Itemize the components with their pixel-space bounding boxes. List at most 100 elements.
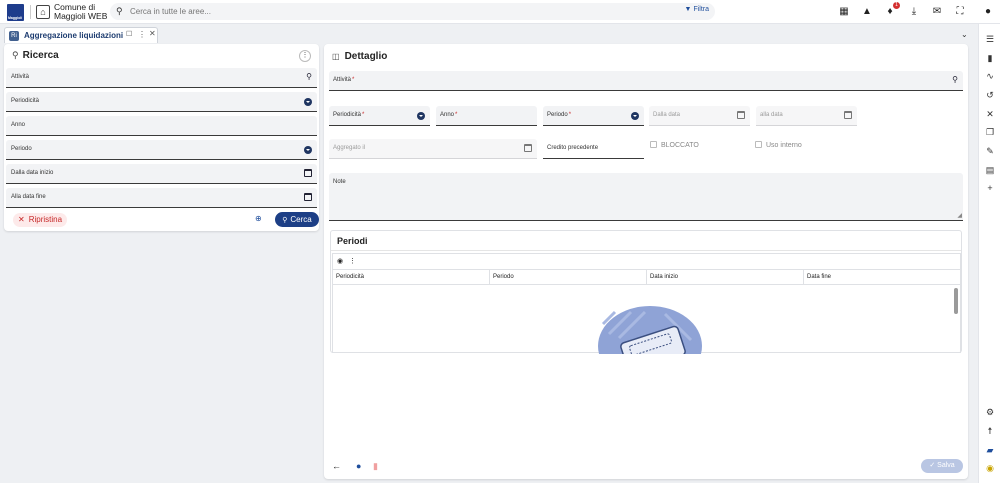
- uso-interno-checkbox[interactable]: Uso interno: [755, 141, 802, 149]
- calendar-icon[interactable]: [304, 169, 312, 177]
- alla-data-fine-field[interactable]: Alla data fine: [6, 188, 317, 208]
- tools-icon[interactable]: ✕: [984, 108, 996, 120]
- anno-input[interactable]: Anno: [6, 116, 317, 136]
- maggioli-logo[interactable]: Maggioli: [7, 4, 24, 21]
- credito-precedente-field: Credito precedente: [543, 139, 644, 159]
- periodicita-select[interactable]: Periodicità*: [329, 106, 430, 126]
- kebab-menu-icon[interactable]: ⋮: [299, 50, 311, 62]
- chevron-down-icon[interactable]: [304, 98, 312, 106]
- help-icon[interactable]: ◉: [984, 462, 996, 474]
- column-header-periodicita[interactable]: Periodicità: [333, 270, 490, 285]
- field-label: Anno: [11, 122, 26, 128]
- reset-button[interactable]: ✕ Ripristina: [13, 213, 68, 227]
- search-icon[interactable]: ⚲: [306, 72, 312, 81]
- column-header-periodo[interactable]: Periodo: [490, 270, 647, 285]
- search-button[interactable]: ⚲ Cerca: [275, 212, 319, 227]
- alla-data-field: alla data: [756, 106, 857, 126]
- note-textarea[interactable]: Note ◢: [329, 173, 963, 221]
- tab-aggregazione-liquidazioni[interactable]: Ri Aggregazione liquidazioni ☐ ⋮ ✕: [4, 27, 158, 43]
- field-label: Attività: [11, 74, 30, 80]
- checkbox-label: Uso interno: [766, 142, 802, 149]
- search-icon: ⚲: [116, 6, 123, 16]
- search-icon: ⚲: [282, 217, 288, 224]
- dalla-data-inizio-field[interactable]: Dalla data inizio: [6, 164, 317, 184]
- attivita-field[interactable]: Attività* ⚲: [329, 71, 963, 91]
- bank-icon: ⌂: [36, 5, 50, 19]
- chevron-down-icon[interactable]: [417, 112, 425, 120]
- chat-icon[interactable]: ▰: [984, 444, 996, 456]
- apps-icon[interactable]: ▦: [838, 6, 850, 18]
- right-rail: ☰ ▮ ∿ ↺ ✕ ❐ ✎ ▤ + ⚙ ☨ ▰ ◉: [978, 24, 1000, 483]
- resize-handle-icon[interactable]: ◢: [957, 212, 962, 219]
- history-icon[interactable]: ↺: [984, 89, 996, 101]
- periodo-select[interactable]: Periodo: [6, 140, 317, 160]
- gear-icon[interactable]: ⚙: [984, 406, 996, 418]
- list-icon[interactable]: ☰: [984, 33, 996, 45]
- fullscreen-icon[interactable]: ⛶: [954, 6, 966, 18]
- add-icon[interactable]: +: [984, 182, 996, 194]
- field-label: Credito precedente: [547, 145, 599, 151]
- divider: [331, 250, 961, 251]
- tab-strip: Ri Aggregazione liquidazioni ☐ ⋮ ✕: [0, 25, 975, 44]
- dalla-data-field: Dalla data: [649, 106, 750, 126]
- trend-icon[interactable]: ∿: [984, 70, 996, 82]
- detail-footer: ← ● ▮ ✓ Salva: [324, 453, 968, 479]
- pin-icon[interactable]: ☐: [126, 30, 132, 38]
- attivita-search-field[interactable]: Attività ⚲: [6, 68, 317, 88]
- table-header: Periodicità Periodo Data inizio Data fin…: [333, 269, 960, 285]
- organization-name: Comune di Maggioli WEB: [54, 3, 107, 21]
- filter-icon: ▼: [684, 6, 692, 13]
- document-icon[interactable]: ▤: [984, 164, 996, 176]
- filter-button[interactable]: ▼ Filtra: [685, 6, 709, 13]
- periodi-section: Periodi ◉ ⋮ Periodicità Periodo Data iniz…: [330, 230, 962, 354]
- more-icon[interactable]: ⋮: [138, 30, 146, 39]
- user-icon[interactable]: ●: [982, 6, 994, 18]
- calendar-icon: [737, 111, 745, 119]
- checkbox-box[interactable]: [650, 141, 657, 148]
- anno-input[interactable]: Anno*: [436, 106, 537, 126]
- search-panel: ⚲ Ricerca ⋮ Attività ⚲ Periodicità Anno P…: [4, 44, 319, 231]
- checkbox-box[interactable]: [755, 141, 762, 148]
- zoom-search-icon[interactable]: ⊕: [255, 214, 262, 223]
- chevron-down-icon[interactable]: [631, 112, 639, 120]
- notification-badge: 1: [893, 2, 900, 9]
- eye-icon[interactable]: ◉: [337, 258, 343, 265]
- periodicita-select[interactable]: Periodicità: [6, 92, 317, 112]
- detail-panel: ◫ Dettaglio Attività* ⚲ Periodicità* Anno…: [324, 44, 968, 479]
- download-icon[interactable]: ⤓: [908, 6, 920, 18]
- chevron-down-icon[interactable]: [304, 146, 312, 154]
- warning-icon[interactable]: ▲: [861, 6, 873, 18]
- close-icon[interactable]: ✕: [149, 29, 156, 38]
- table-toolbar: ◉ ⋮: [337, 257, 362, 265]
- scrollbar[interactable]: [954, 288, 958, 314]
- empty-state-illustration: [595, 304, 705, 354]
- check-icon: ✓: [929, 462, 936, 469]
- back-arrow-icon[interactable]: ←: [332, 461, 341, 471]
- divider: [30, 5, 31, 19]
- reset-label: Ripristina: [28, 215, 63, 224]
- periodi-table: ◉ ⋮ Periodicità Periodo Data inizio Data …: [332, 253, 961, 354]
- search-button-label: Cerca: [290, 215, 312, 224]
- info-icon[interactable]: ●: [356, 461, 361, 471]
- delete-icon[interactable]: ▮: [373, 461, 378, 472]
- mail-icon[interactable]: ✉: [931, 6, 943, 18]
- periodi-title: Periodi: [337, 236, 368, 246]
- chevron-down-icon[interactable]: ⌄: [961, 30, 968, 39]
- column-header-data-inizio[interactable]: Data inizio: [647, 270, 804, 285]
- field-label: Attività*: [333, 77, 355, 83]
- more-icon[interactable]: ⋮: [349, 258, 356, 265]
- global-search-input[interactable]: [130, 4, 670, 19]
- column-header-data-fine[interactable]: Data fine: [804, 270, 960, 285]
- book-icon[interactable]: ▮: [984, 52, 996, 64]
- calendar-icon[interactable]: [304, 193, 312, 201]
- search-list-icon: ⚲: [12, 50, 19, 60]
- periodo-select[interactable]: Periodo*: [543, 106, 644, 126]
- copy-icon[interactable]: ❐: [984, 126, 996, 138]
- bloccato-checkbox[interactable]: BLOCCATO: [650, 141, 699, 149]
- save-label: Salva: [937, 462, 955, 469]
- save-button[interactable]: ✓ Salva: [921, 459, 963, 473]
- field-label: Aggregato il: [333, 145, 366, 151]
- accessibility-icon[interactable]: ☨: [984, 425, 996, 437]
- search-icon[interactable]: ⚲: [952, 75, 958, 84]
- edit-doc-icon[interactable]: ✎: [984, 145, 996, 157]
